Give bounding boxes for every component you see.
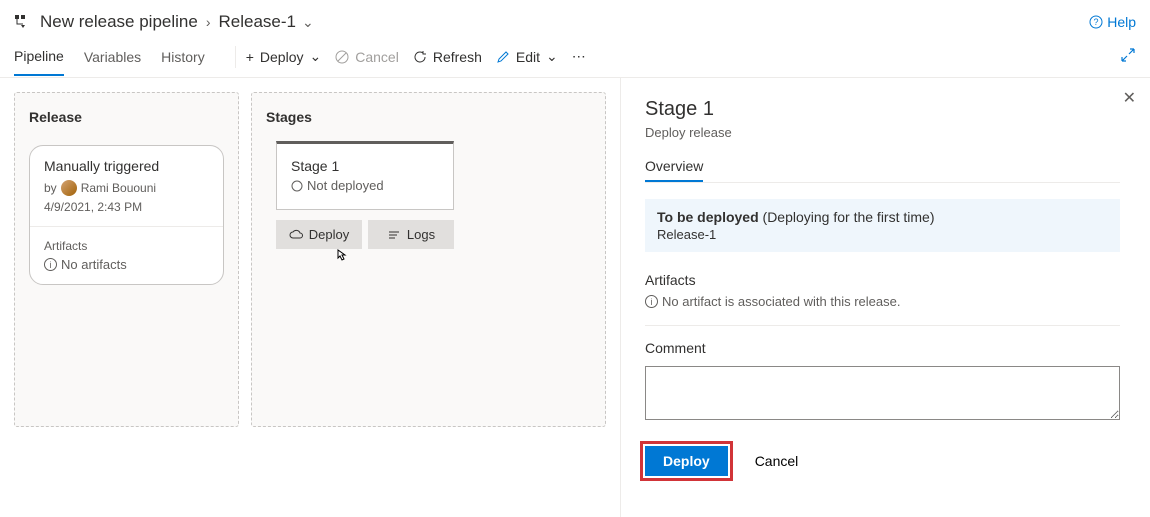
release-user: Rami Bououni	[81, 181, 156, 195]
no-artifacts: No artifacts	[61, 257, 127, 272]
breadcrumb-separator: ›	[206, 14, 211, 30]
edit-menu-button[interactable]: Edit ⌄	[496, 48, 558, 65]
help-link[interactable]: ? Help	[1089, 14, 1136, 30]
more-button[interactable]: ⋯	[572, 48, 586, 65]
artifacts-section-label: Artifacts	[645, 272, 1120, 288]
release-panel: Release Manually triggered by Rami Bouou…	[14, 92, 239, 427]
release-card[interactable]: Manually triggered by Rami Bououni 4/9/2…	[29, 145, 224, 285]
chevron-down-icon: ⌄	[310, 48, 322, 65]
release-date: 4/9/2021, 2:43 PM	[44, 200, 209, 214]
panel-subtitle: Deploy release	[645, 125, 1120, 140]
expand-icon[interactable]	[1120, 47, 1136, 66]
deploy-panel: ✕ Stage 1 Deploy release Overview To be …	[620, 78, 1150, 517]
info-icon: i	[44, 258, 57, 271]
no-artifact-msg: No artifact is associated with this rele…	[662, 294, 900, 309]
cancel-icon	[335, 50, 349, 64]
tab-pipeline[interactable]: Pipeline	[14, 38, 64, 76]
cancel-button: Cancel	[335, 49, 399, 65]
status-note: (Deploying for the first time)	[763, 209, 935, 225]
plus-icon: +	[246, 49, 254, 65]
info-icon: i	[645, 295, 658, 308]
circle-icon	[291, 180, 303, 192]
breadcrumb-current[interactable]: Release-1	[219, 12, 297, 32]
stages-panel-title: Stages	[266, 109, 591, 125]
status-release: Release-1	[657, 227, 1108, 242]
panel-title: Stage 1	[645, 98, 1120, 121]
stage-deploy-label: Deploy	[309, 227, 349, 242]
cloud-icon	[289, 228, 303, 242]
stage-status-text: Not deployed	[307, 178, 384, 193]
deploy-menu-button[interactable]: + Deploy ⌄	[246, 48, 322, 65]
cancel-button[interactable]: Cancel	[740, 445, 814, 477]
chevron-down-icon[interactable]: ⌄	[302, 14, 314, 31]
tab-variables[interactable]: Variables	[84, 39, 141, 75]
close-button[interactable]: ✕	[1123, 88, 1136, 108]
cursor-icon	[332, 248, 350, 271]
pencil-icon	[496, 50, 510, 64]
avatar	[61, 180, 77, 196]
by-prefix: by	[44, 181, 57, 195]
cancel-label: Cancel	[355, 49, 399, 65]
tab-overview[interactable]: Overview	[645, 158, 703, 182]
refresh-label: Refresh	[433, 49, 482, 65]
stage-logs-label: Logs	[407, 227, 435, 242]
deploy-menu-label: Deploy	[260, 49, 304, 65]
stage-name: Stage 1	[291, 158, 439, 174]
edit-label: Edit	[516, 49, 540, 65]
stage-deploy-button[interactable]: Deploy	[276, 220, 362, 249]
svg-text:?: ?	[1094, 17, 1099, 27]
release-trigger: Manually triggered	[44, 158, 209, 174]
stage-card[interactable]: Stage 1 Not deployed	[276, 141, 454, 210]
stage-logs-button[interactable]: Logs	[368, 220, 454, 249]
comment-label: Comment	[645, 340, 1120, 356]
status-bold: To be deployed	[657, 209, 759, 225]
stages-panel: Stages Stage 1 Not deployed Deploy Logs	[251, 92, 606, 427]
comment-input[interactable]	[645, 366, 1120, 420]
pipeline-icon	[14, 14, 30, 30]
refresh-icon	[413, 50, 427, 64]
deploy-button[interactable]: Deploy	[645, 446, 728, 476]
refresh-button[interactable]: Refresh	[413, 49, 482, 65]
separator	[235, 46, 236, 68]
status-box: To be deployed (Deploying for the first …	[645, 199, 1120, 252]
help-label: Help	[1107, 14, 1136, 30]
release-panel-title: Release	[29, 109, 224, 125]
artifacts-label: Artifacts	[44, 239, 209, 253]
tab-history[interactable]: History	[161, 39, 205, 75]
logs-icon	[387, 228, 401, 242]
breadcrumb-parent[interactable]: New release pipeline	[40, 12, 198, 32]
chevron-down-icon: ⌄	[546, 48, 558, 65]
